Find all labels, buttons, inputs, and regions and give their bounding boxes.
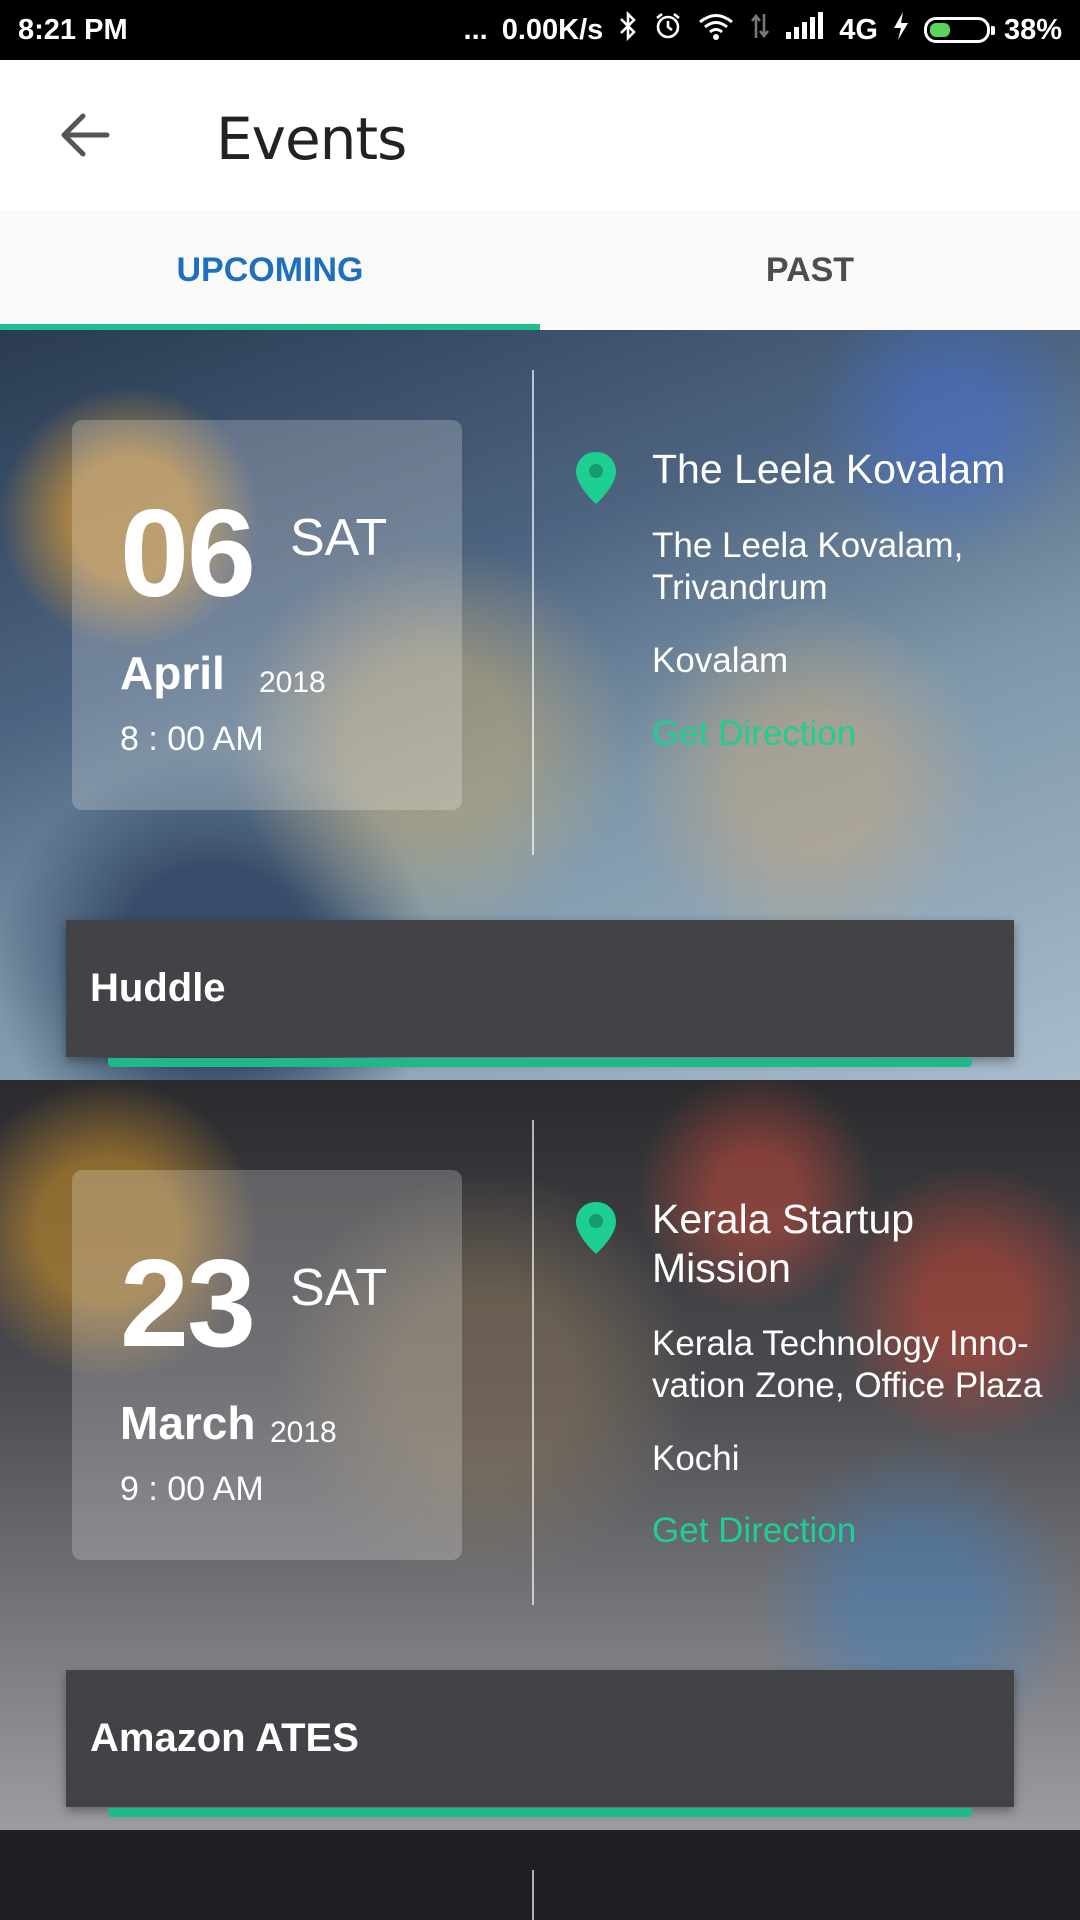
wifi-icon bbox=[697, 11, 735, 49]
battery-percentage: 38% bbox=[1003, 13, 1062, 46]
status-icons: ... 0.00K/s 4G 38% bbox=[463, 10, 1062, 49]
title-accent-bar bbox=[108, 1808, 972, 1817]
vertical-divider bbox=[532, 370, 534, 855]
event-day: 06 bbox=[120, 485, 256, 623]
data-transfer-icon bbox=[749, 11, 771, 49]
event-year: 2018 bbox=[270, 1416, 337, 1449]
venue-name: Kerala Startup Mission bbox=[652, 1196, 915, 1292]
arrow-left-icon bbox=[61, 113, 110, 157]
back-button[interactable] bbox=[40, 95, 130, 175]
tab-past[interactable]: PAST bbox=[540, 210, 1080, 330]
event-month: April bbox=[120, 647, 225, 699]
event-weekday: SAT bbox=[290, 1259, 388, 1317]
date-card: 23 SAT March 2018 9 : 00 AM bbox=[72, 1170, 462, 1560]
event-time: 8 : 00 AM bbox=[120, 720, 264, 758]
date-card: 06 SAT April 2018 8 : 00 AM bbox=[72, 420, 462, 810]
event-card[interactable]: 06 SAT April 2018 8 : 00 AM The Leela Ko… bbox=[0, 330, 1080, 1080]
signal-icon bbox=[785, 12, 825, 48]
venue-address: Kerala Technology Inno-vation Zone, Offi… bbox=[652, 1324, 1043, 1405]
event-day: 23 bbox=[120, 1235, 256, 1373]
event-weekday: SAT bbox=[290, 509, 388, 567]
event-month: March bbox=[120, 1397, 256, 1449]
venue-name: The Leela Kovalam bbox=[652, 446, 1006, 492]
get-direction-link[interactable]: Get Direction bbox=[652, 713, 856, 755]
vertical-divider bbox=[532, 1870, 534, 1920]
network-type: 4G bbox=[839, 13, 878, 46]
event-time: 9 : 00 AM bbox=[120, 1470, 264, 1508]
app-bar: Events bbox=[0, 60, 1080, 210]
event-title-bar[interactable]: Amazon ATES bbox=[66, 1670, 1014, 1807]
charging-icon bbox=[892, 11, 910, 49]
event-card[interactable]: 23 SAT March 2018 9 : 00 AM Kerala Start… bbox=[0, 1080, 1080, 1830]
location-pin-icon bbox=[576, 452, 616, 504]
more-notifications-icon: ... bbox=[463, 13, 488, 46]
event-year: 2018 bbox=[259, 666, 326, 699]
bluetooth-icon bbox=[617, 10, 639, 49]
alarm-icon bbox=[653, 11, 683, 49]
venue-city: Kovalam bbox=[652, 641, 789, 680]
venue-address: The Leela Kovalam, Trivandrum bbox=[652, 526, 964, 607]
tab-bar: UPCOMING PAST bbox=[0, 210, 1080, 330]
page-title: Events bbox=[216, 105, 407, 173]
status-bar: 8:21 PM ... 0.00K/s 4G 38% bbox=[0, 0, 1080, 60]
tab-upcoming[interactable]: UPCOMING bbox=[0, 210, 540, 330]
event-title-bar[interactable]: Huddle bbox=[66, 920, 1014, 1057]
vertical-divider bbox=[532, 1120, 534, 1605]
title-accent-bar bbox=[108, 1058, 972, 1067]
location-pin-icon bbox=[576, 1202, 616, 1254]
get-direction-link[interactable]: Get Direction bbox=[652, 1510, 856, 1552]
status-time: 8:21 PM bbox=[18, 13, 128, 46]
battery-icon bbox=[923, 17, 995, 43]
event-title: Huddle bbox=[90, 966, 226, 1010]
venue-city: Kochi bbox=[652, 1439, 740, 1478]
network-speed: 0.00K/s bbox=[501, 13, 604, 46]
event-title: Amazon ATES bbox=[90, 1716, 359, 1760]
battery-level-fill bbox=[929, 23, 951, 37]
